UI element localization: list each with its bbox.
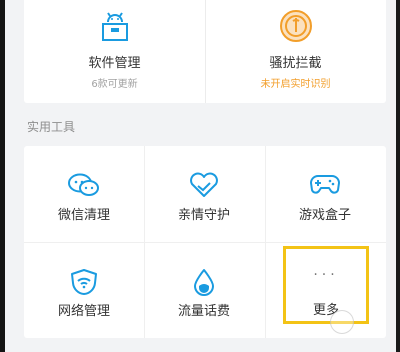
- touch-indicator: [330, 310, 354, 334]
- data-plan-tile[interactable]: 流量话费: [144, 242, 264, 338]
- harassment-block-sub: 未开启实时识别: [260, 79, 331, 90]
- water-drop-icon: [194, 269, 214, 296]
- more-label: 更多: [312, 303, 339, 318]
- more-dots-icon: ···: [313, 267, 339, 283]
- harassment-block-label: 骚扰拦截: [269, 56, 322, 71]
- wechat-clean-label: 微信清理: [57, 208, 110, 223]
- section-title: 实用工具: [27, 120, 76, 134]
- right-edge: [396, 0, 400, 352]
- heart-hands-icon: [190, 172, 218, 197]
- network-manager-label: 网络管理: [57, 304, 110, 319]
- shield-coin-icon: [279, 10, 312, 42]
- software-manager-tile[interactable]: 软件管理 6款可更新: [24, 8, 205, 103]
- wechat-clean-tile[interactable]: 微信清理: [24, 146, 144, 242]
- more-button[interactable]: ··· 更多: [283, 246, 369, 324]
- network-manager-tile[interactable]: 网络管理: [24, 242, 144, 338]
- game-box-tile[interactable]: 游戏盒子: [265, 146, 385, 242]
- top-card: 软件管理 6款可更新 骚扰拦截 未开启实时识别: [24, 0, 386, 103]
- left-edge: [0, 0, 5, 352]
- software-manager-label: 软件管理: [88, 56, 141, 71]
- data-plan-label: 流量话费: [177, 304, 230, 319]
- harassment-block-tile[interactable]: 骚扰拦截 未开启实时识别: [205, 8, 386, 103]
- wechat-icon: [68, 173, 99, 196]
- gamepad-icon: [310, 175, 340, 194]
- wifi-shield-icon: [71, 269, 97, 295]
- family-guard-label: 亲情守护: [177, 208, 230, 223]
- software-manager-sub: 6款可更新: [91, 79, 138, 90]
- game-box-label: 游戏盒子: [298, 208, 351, 223]
- family-guard-tile[interactable]: 亲情守护: [144, 146, 264, 242]
- android-box-icon: [101, 12, 128, 41]
